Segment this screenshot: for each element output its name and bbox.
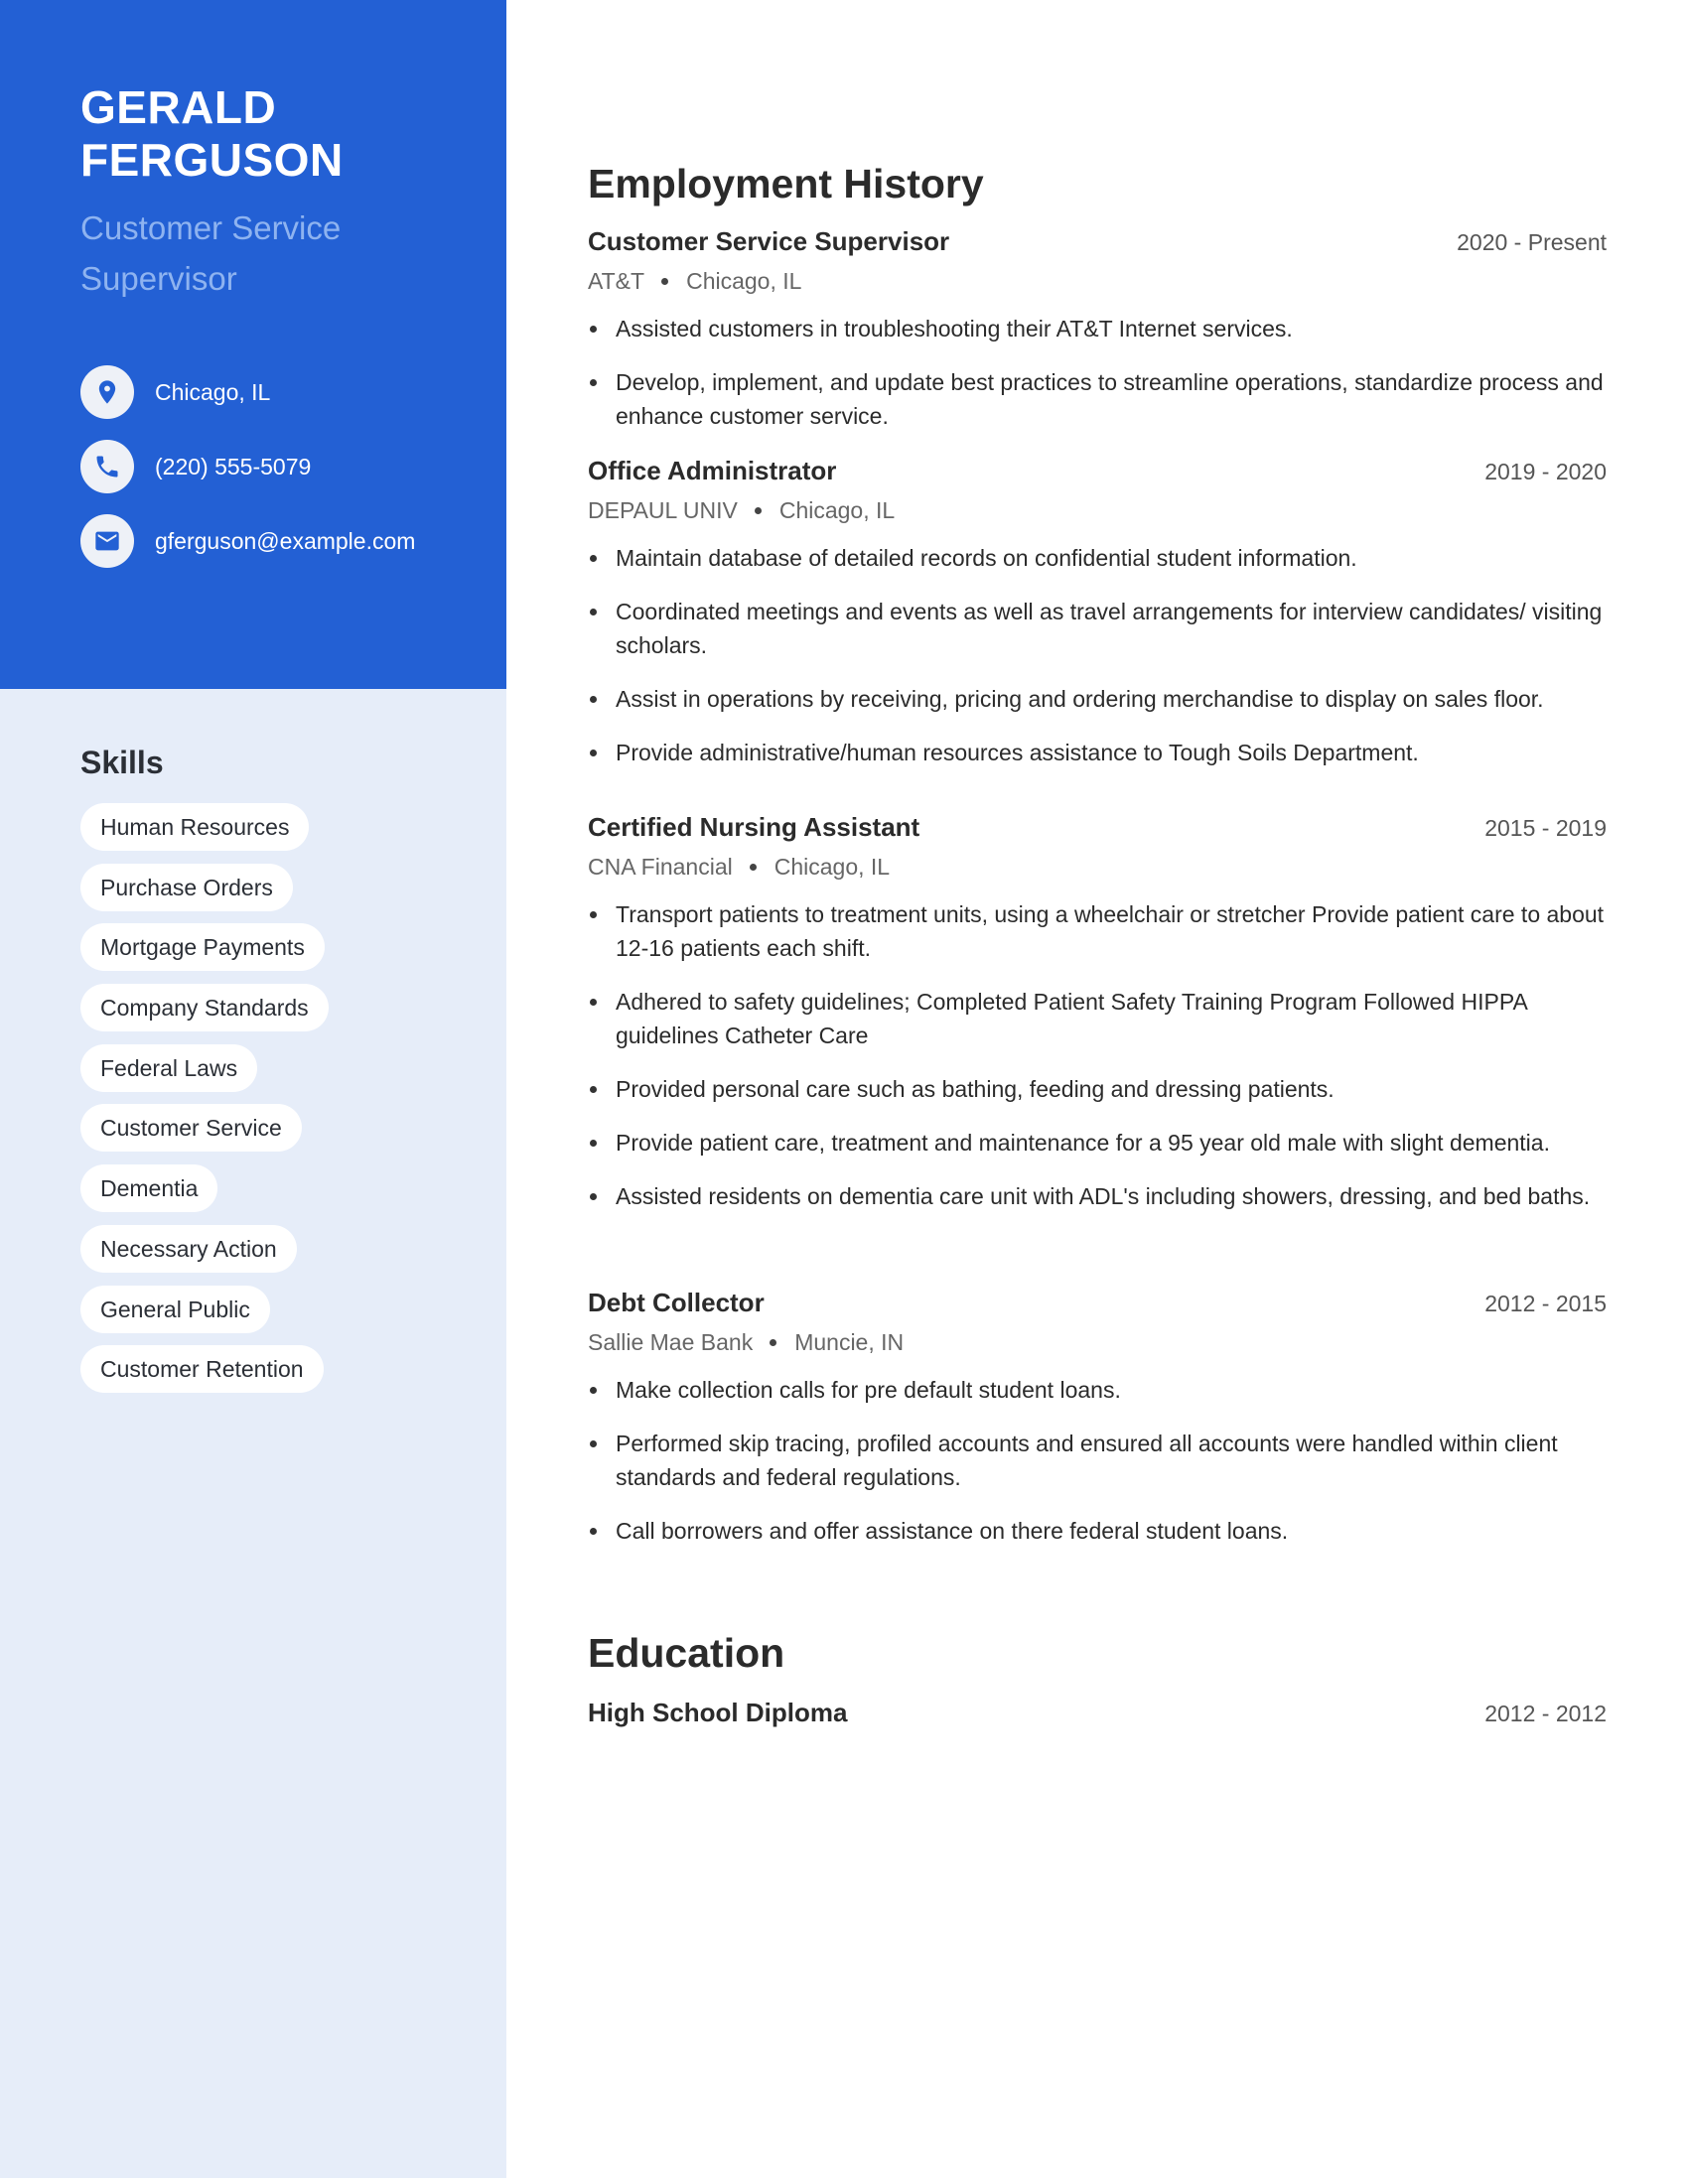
contact-email: gferguson@example.com — [80, 514, 415, 568]
job-bullet: Make collection calls for pre default st… — [588, 1373, 1607, 1407]
separator-dot-icon — [661, 277, 669, 285]
job-bullets: Maintain database of detailed records on… — [588, 541, 1607, 769]
job-header: Debt Collector 2012 - 2015 — [588, 1288, 1607, 1321]
job-entry: Customer Service Supervisor 2020 - Prese… — [588, 226, 1607, 453]
job-bullet: Develop, implement, and update best prac… — [588, 365, 1607, 433]
skill-pill: Customer Retention — [80, 1345, 324, 1394]
job-header: Office Administrator 2019 - 2020 — [588, 456, 1607, 489]
contact-location: Chicago, IL — [80, 365, 415, 419]
job-bullet: Call borrowers and offer assistance on t… — [588, 1514, 1607, 1548]
separator-dot-icon — [754, 506, 762, 514]
job-header: Certified Nursing Assistant 2015 - 2019 — [588, 812, 1607, 846]
last-name: FERGUSON — [80, 134, 344, 186]
employment-heading: Employment History — [588, 161, 984, 206]
skill-pill: Mortgage Payments — [80, 923, 325, 972]
job-bullet: Performed skip tracing, profiled account… — [588, 1427, 1607, 1494]
job-location: Chicago, IL — [778, 496, 896, 523]
job-dates: 2012 - 2015 — [1484, 1291, 1607, 1316]
job-bullet: Provide administrative/human resources a… — [588, 736, 1607, 769]
job-role: Customer Service Supervisor — [588, 226, 950, 256]
job-dates: 2019 - 2020 — [1484, 459, 1607, 484]
job-role: Certified Nursing Assistant — [588, 812, 920, 842]
job-role: Debt Collector — [588, 1288, 765, 1317]
separator-dot-icon — [770, 1338, 777, 1346]
job-meta: Sallie Mae Bank Muncie, IN — [588, 1325, 1607, 1359]
candidate-title: Customer Service Supervisor — [80, 209, 342, 297]
skill-pill: Company Standards — [80, 984, 329, 1032]
job-bullet: Adhered to safety guidelines; Completed … — [588, 985, 1607, 1052]
education-degree: High School Diploma — [588, 1698, 848, 1727]
candidate-name: GERALD FERGUSON — [80, 81, 478, 187]
job-location: Muncie, IN — [794, 1328, 905, 1355]
job-role: Office Administrator — [588, 456, 837, 485]
sidebar: GERALD FERGUSON Customer Service Supervi… — [0, 0, 506, 2178]
email-icon — [80, 514, 134, 568]
contact-list: Chicago, IL (220) 555-5079 gferguson@exa… — [80, 365, 415, 589]
contact-phone-text: (220) 555-5079 — [155, 453, 312, 479]
skill-pill: Dementia — [80, 1164, 218, 1213]
job-bullet: Coordinated meetings and events as well … — [588, 595, 1607, 662]
job-bullet: Assisted customers in troubleshooting th… — [588, 312, 1607, 345]
contact-email-text: gferguson@example.com — [155, 527, 416, 554]
sidebar-header: GERALD FERGUSON Customer Service Supervi… — [0, 0, 506, 689]
job-meta: DEPAUL UNIV Chicago, IL — [588, 493, 1607, 527]
job-company: CNA Financial — [588, 853, 733, 880]
skill-pill: Purchase Orders — [80, 863, 293, 911]
job-location: Chicago, IL — [774, 853, 891, 880]
job-dates: 2015 - 2019 — [1484, 815, 1607, 841]
job-bullet: Provided personal care such as bathing, … — [588, 1072, 1607, 1106]
job-bullets: Make collection calls for pre default st… — [588, 1373, 1607, 1548]
skill-pill: General Public — [80, 1285, 270, 1333]
separator-dot-icon — [749, 863, 757, 871]
job-bullet: Maintain database of detailed records on… — [588, 541, 1607, 575]
job-company: Sallie Mae Bank — [588, 1328, 754, 1355]
education-dates: 2012 - 2012 — [1484, 1701, 1607, 1726]
education-heading: Education — [588, 1630, 785, 1676]
education-entry: High School Diploma 2012 - 2012 — [588, 1698, 1607, 1731]
contact-location-text: Chicago, IL — [155, 378, 271, 405]
first-name: GERALD — [80, 81, 277, 133]
job-company: DEPAUL UNIV — [588, 496, 738, 523]
skill-pill: Human Resources — [80, 803, 310, 851]
job-bullet: Assisted residents on dementia care unit… — [588, 1179, 1607, 1213]
job-bullets: Transport patients to treatment units, u… — [588, 897, 1607, 1213]
skill-pill: Customer Service — [80, 1104, 302, 1153]
job-entry: Office Administrator 2019 - 2020 DEPAUL … — [588, 456, 1607, 789]
job-entry: Certified Nursing Assistant 2015 - 2019 … — [588, 812, 1607, 1233]
job-meta: AT&T Chicago, IL — [588, 264, 1607, 298]
education-header: High School Diploma 2012 - 2012 — [588, 1698, 1607, 1731]
skills-list: Human Resources Purchase Orders Mortgage… — [80, 803, 329, 1406]
job-bullets: Assisted customers in troubleshooting th… — [588, 312, 1607, 433]
skill-pill: Necessary Action — [80, 1224, 297, 1273]
job-meta: CNA Financial Chicago, IL — [588, 850, 1607, 884]
phone-icon — [80, 440, 134, 493]
job-header: Customer Service Supervisor 2020 - Prese… — [588, 226, 1607, 260]
job-bullet: Transport patients to treatment units, u… — [588, 897, 1607, 965]
job-bullet: Provide patient care, treatment and main… — [588, 1126, 1607, 1160]
job-entry: Debt Collector 2012 - 2015 Sallie Mae Ba… — [588, 1288, 1607, 1568]
job-bullet: Assist in operations by receiving, prici… — [588, 682, 1607, 716]
contact-phone: (220) 555-5079 — [80, 440, 415, 493]
skills-heading: Skills — [80, 745, 164, 780]
job-dates: 2020 - Present — [1457, 229, 1607, 255]
job-company: AT&T — [588, 267, 645, 294]
location-pin-icon — [80, 365, 134, 419]
skill-pill: Federal Laws — [80, 1043, 258, 1092]
job-location: Chicago, IL — [686, 267, 802, 294]
